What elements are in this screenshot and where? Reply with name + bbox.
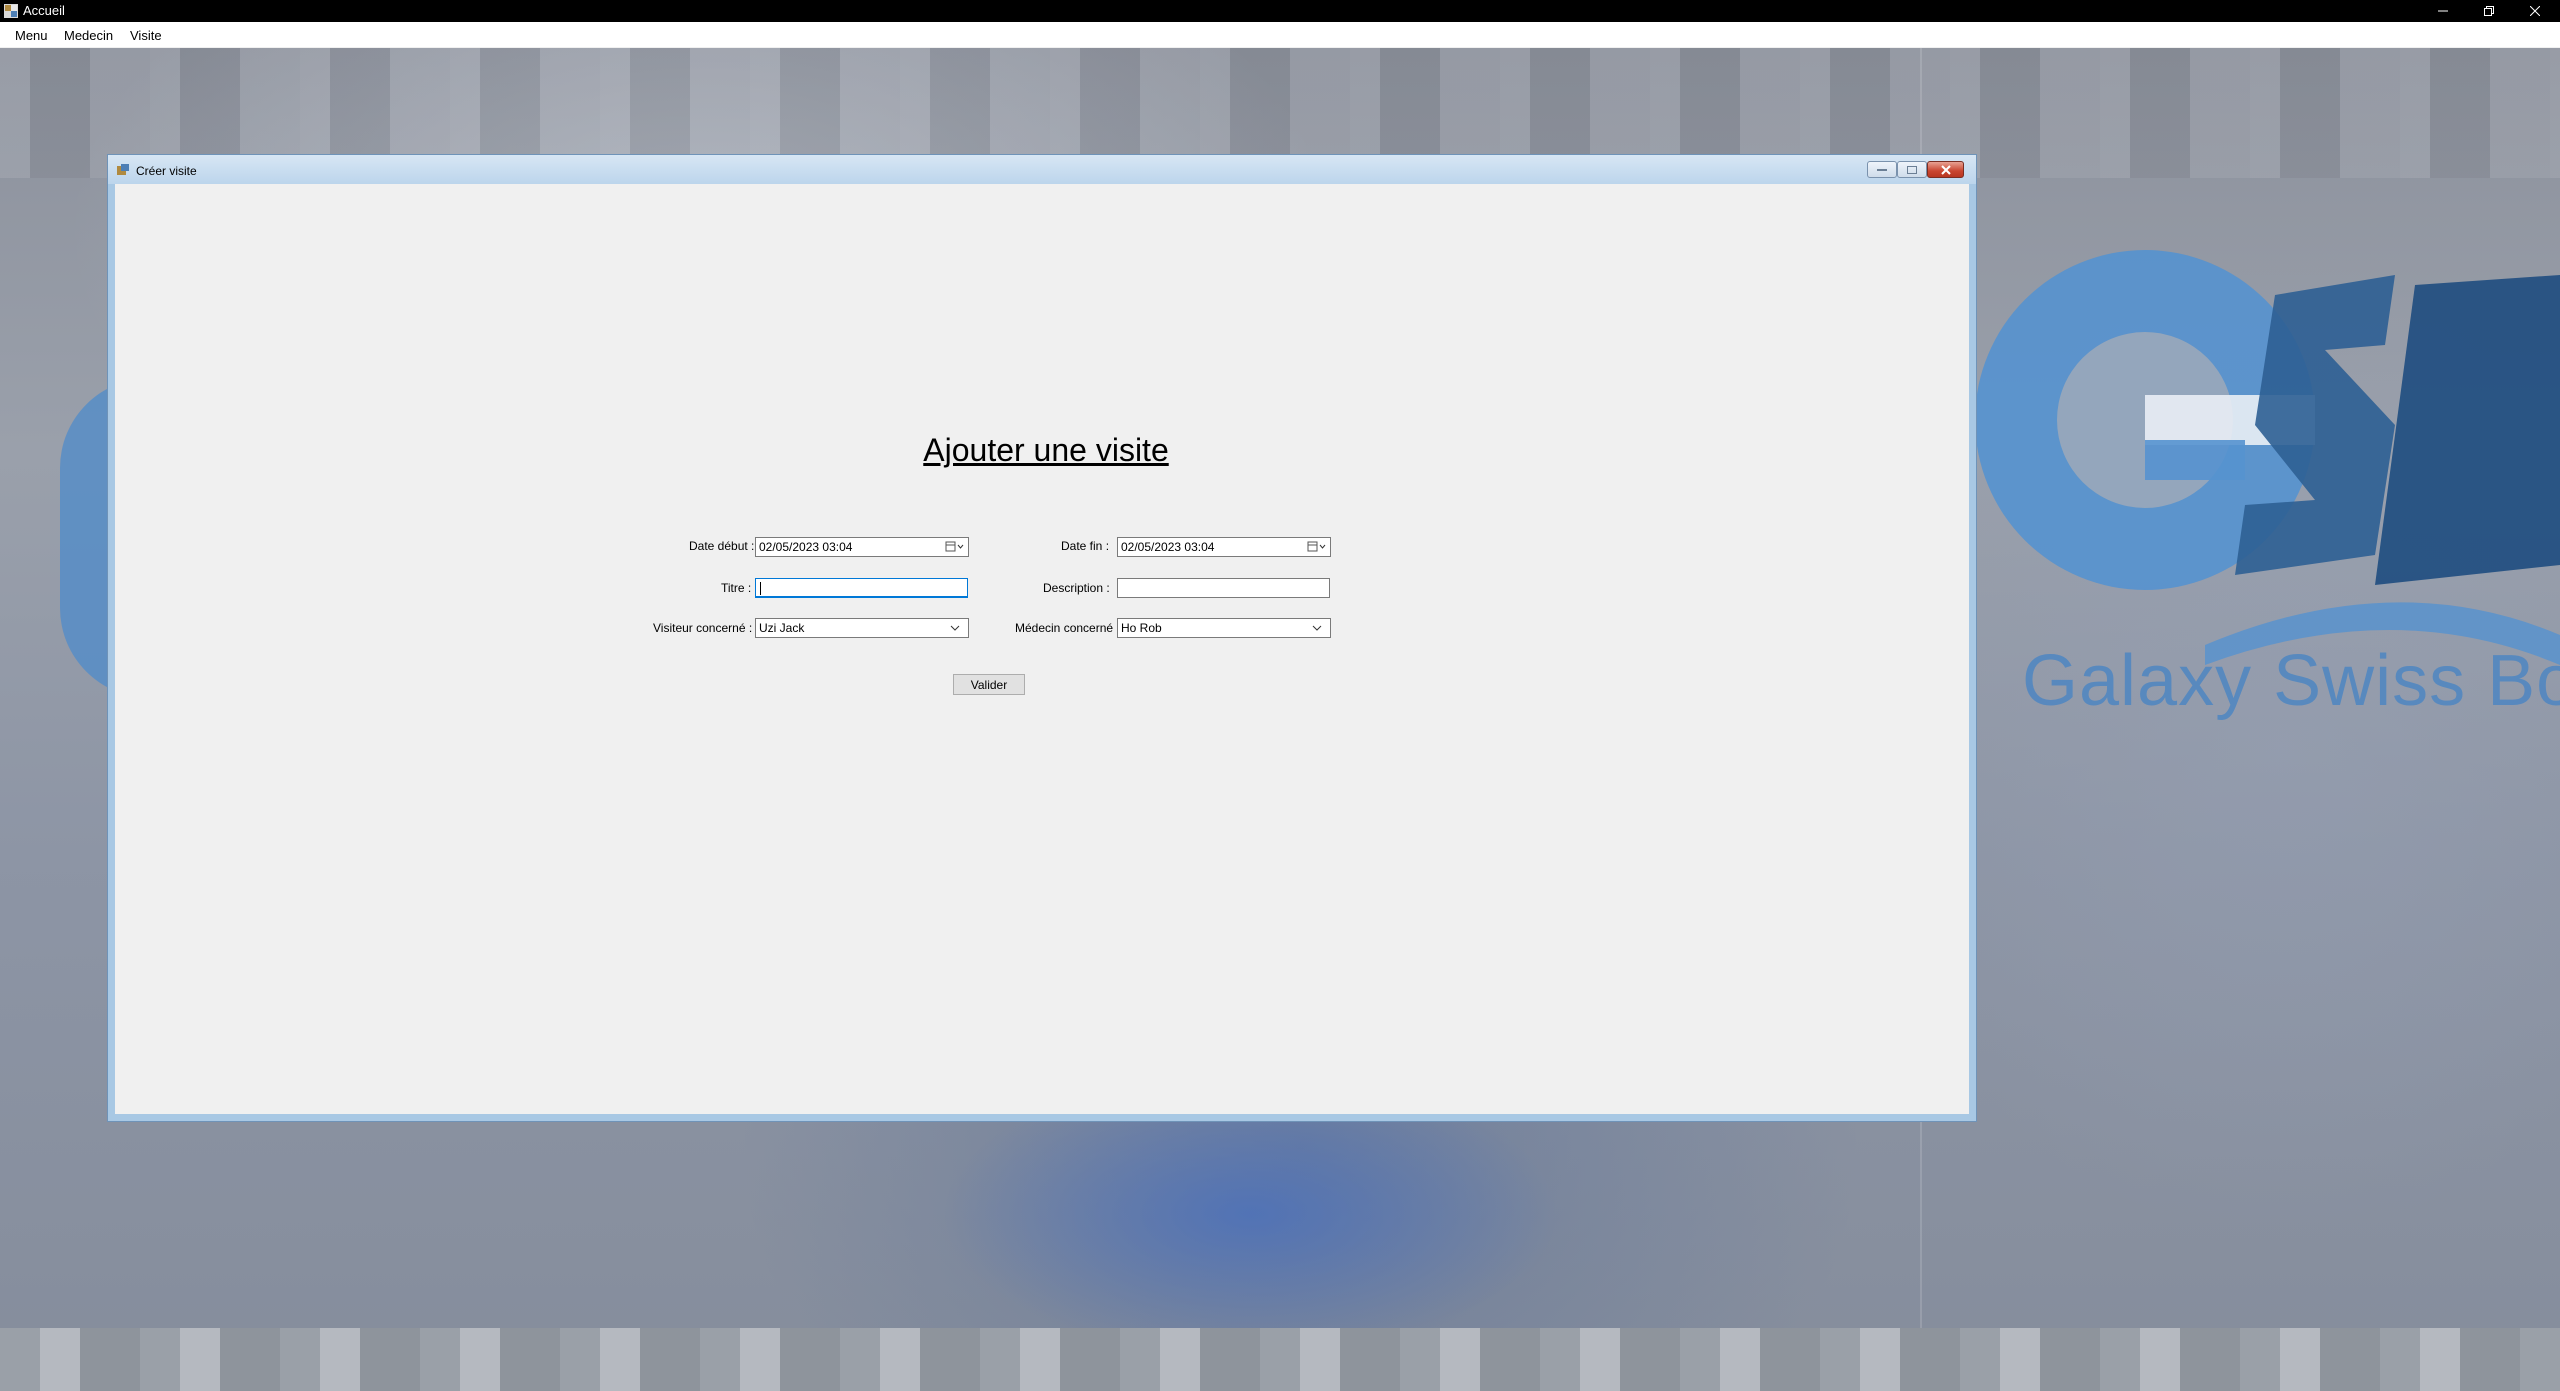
menu-item-visite[interactable]: Visite	[124, 26, 168, 45]
date-fin-value: 02/05/2023 03:04	[1121, 540, 1215, 554]
restore-icon	[2484, 6, 2494, 16]
maximize-icon	[1907, 165, 1917, 174]
creer-visite-window: Créer visite Ajouter une visite Date déb…	[107, 154, 1977, 1122]
menu-item-menu[interactable]: Menu	[9, 26, 54, 45]
child-window-title: Créer visite	[136, 164, 197, 178]
minimize-icon	[2438, 10, 2448, 12]
visiteur-select[interactable]: Uzi Jack	[755, 618, 969, 638]
medecin-selected: Ho Rob	[1121, 621, 1162, 635]
description-label: Description :	[1043, 581, 1110, 595]
date-debut-picker[interactable]: 02/05/2023 03:04	[755, 537, 969, 557]
medecin-dropdown-button[interactable]	[1306, 620, 1328, 636]
background-photo-bottom	[0, 1328, 2560, 1391]
form-client-area: Ajouter une visite Date début : 02/05/20…	[115, 184, 1969, 1114]
valider-button[interactable]: Valider	[953, 674, 1025, 695]
window-title: Accueil	[23, 3, 65, 18]
close-icon	[1940, 164, 1951, 175]
form-heading: Ajouter une visite	[923, 432, 1169, 468]
chevron-down-icon	[950, 625, 960, 631]
titre-label: Titre :	[721, 581, 752, 595]
date-debut-value: 02/05/2023 03:04	[759, 540, 853, 554]
form-icon	[117, 164, 129, 175]
app-icon	[4, 4, 18, 18]
calendar-icon	[945, 541, 964, 552]
minimize-icon	[1877, 168, 1887, 171]
menu-bar: Menu Medecin Visite	[0, 22, 2560, 48]
visiteur-dropdown-button[interactable]	[944, 620, 966, 636]
child-maximize-button[interactable]	[1897, 161, 1927, 178]
text-caret	[760, 582, 761, 595]
main-title-bar: Accueil	[0, 0, 2560, 22]
background-photo-gloves	[940, 1118, 1560, 1358]
minimize-button[interactable]	[2420, 0, 2466, 22]
close-button[interactable]	[2512, 0, 2558, 22]
menu-item-medecin[interactable]: Medecin	[58, 26, 119, 45]
visiteur-selected: Uzi Jack	[759, 621, 805, 635]
close-icon	[2530, 6, 2540, 16]
child-minimize-button[interactable]	[1867, 161, 1897, 178]
restore-button[interactable]	[2466, 0, 2512, 22]
chevron-down-icon	[1312, 625, 1322, 631]
medecin-select[interactable]: Ho Rob	[1117, 618, 1331, 638]
medecin-label: Médecin concerné :	[1015, 621, 1120, 635]
date-fin-picker[interactable]: 02/05/2023 03:04	[1117, 537, 1331, 557]
calendar-dropdown-button[interactable]	[944, 539, 966, 555]
description-input[interactable]	[1117, 578, 1330, 598]
date-fin-label: Date fin :	[1061, 539, 1110, 553]
titre-input[interactable]	[755, 578, 968, 598]
visiteur-label: Visiteur concerné :	[653, 621, 753, 635]
child-title-bar[interactable]: Créer visite	[108, 155, 1976, 184]
calendar-dropdown-button[interactable]	[1306, 539, 1328, 555]
calendar-icon	[1307, 541, 1326, 552]
child-close-button[interactable]	[1927, 161, 1964, 178]
logo-tagline: Galaxy Swiss Bour	[2022, 641, 2560, 721]
date-debut-label: Date début :	[689, 539, 755, 553]
